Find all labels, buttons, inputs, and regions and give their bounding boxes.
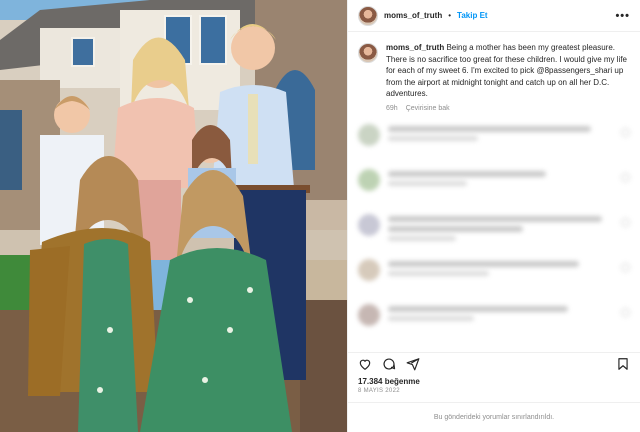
follow-button[interactable]: Takip Et [457, 11, 488, 20]
heart-icon [621, 127, 630, 137]
heart-icon [621, 217, 630, 227]
comments-limited-notice: Bu gönderideki yorumlar sınırlandırıldı. [348, 402, 640, 432]
share-icon[interactable] [406, 357, 420, 371]
separator-dot: • [448, 11, 452, 20]
blurred-comment [358, 212, 630, 257]
bookmark-icon[interactable] [616, 357, 630, 371]
blurred-comment [358, 122, 630, 167]
post-photo[interactable] [0, 0, 347, 432]
comments-area[interactable]: moms_of_truth Being a mother has been my… [348, 32, 640, 352]
blurred-avatar [358, 168, 380, 191]
instagram-post: moms_of_truth • Takip Et ••• moms_of_tru… [0, 0, 640, 432]
blurred-avatar [358, 258, 380, 281]
blurred-avatar [358, 213, 380, 236]
heart-icon [621, 307, 630, 317]
likes-count[interactable]: 17.384 beğenme [348, 374, 640, 386]
heart-icon [621, 262, 630, 272]
comment-icon[interactable] [382, 357, 396, 371]
action-bar [348, 352, 640, 374]
blurred-avatar [358, 303, 380, 326]
family-photo-illustration [0, 0, 347, 432]
caption: moms_of_truth Being a mother has been my… [386, 42, 630, 100]
post-sidebar: moms_of_truth • Takip Et ••• moms_of_tru… [347, 0, 640, 432]
avatar[interactable] [358, 5, 378, 26]
more-options-icon[interactable]: ••• [615, 10, 630, 22]
caption-meta: 69h Çevirisine bak [386, 105, 630, 112]
caption-row: moms_of_truth Being a mother has been my… [358, 42, 630, 100]
caption-username[interactable]: moms_of_truth [386, 43, 444, 52]
blurred-comments [358, 122, 630, 347]
caption-avatar[interactable] [358, 43, 378, 63]
blurred-comment [358, 167, 630, 212]
heart-icon [621, 172, 630, 182]
translate-link[interactable]: Çevirisine bak [406, 105, 450, 112]
blurred-comment [358, 257, 630, 302]
caption-time: 69h [386, 104, 398, 112]
post-date: 8 MAYIS 2022 [358, 388, 400, 394]
heart-icon[interactable] [358, 357, 372, 371]
blurred-avatar [358, 123, 380, 146]
post-header: moms_of_truth • Takip Et ••• [348, 0, 640, 32]
blurred-comment [358, 302, 630, 347]
header-username[interactable]: moms_of_truth [384, 11, 442, 20]
